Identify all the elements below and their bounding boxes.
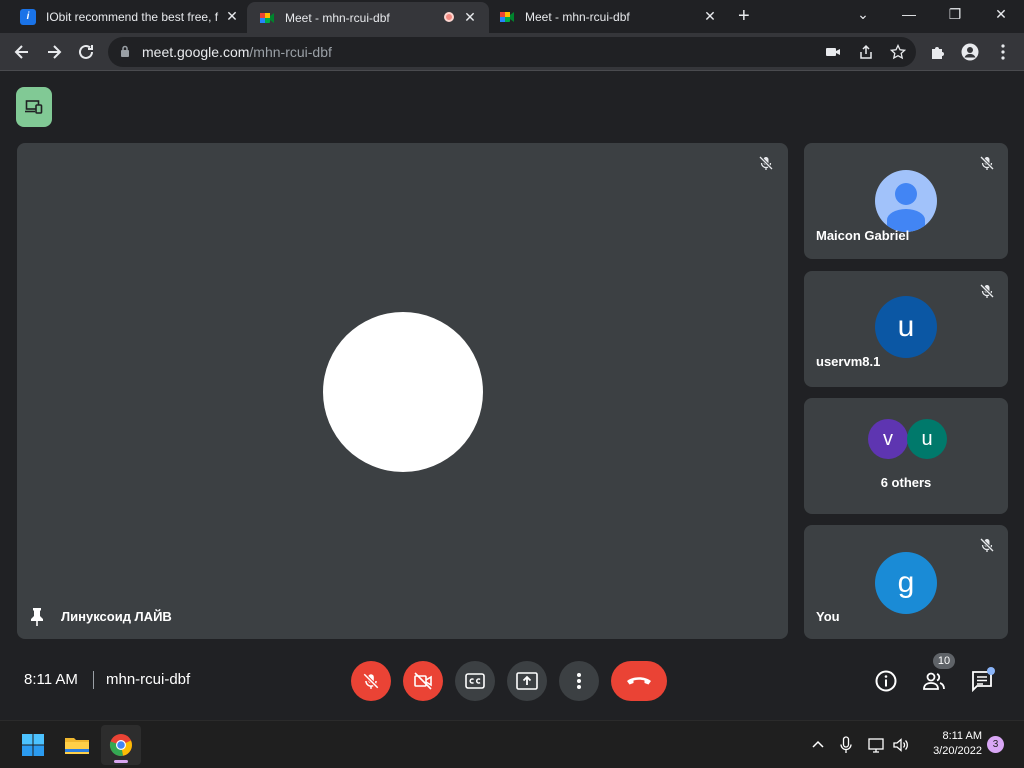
file-explorer-button[interactable] <box>57 725 97 765</box>
profile-icon[interactable] <box>961 43 979 61</box>
captions-icon <box>465 673 485 689</box>
divider <box>93 671 94 689</box>
folder-icon <box>65 738 89 754</box>
info-icon <box>875 670 897 692</box>
meeting-code: mhn-rcui-dbf <box>106 671 191 688</box>
address-bar[interactable]: meet.google.com/mhn-rcui-dbf <box>108 37 916 67</box>
others-label: 6 others <box>880 475 932 490</box>
maximize-icon[interactable]: ❐ <box>945 6 965 23</box>
participant-name: uservm8.1 <box>816 354 881 369</box>
minimize-icon[interactable]: — <box>899 6 919 22</box>
participant-tile[interactable]: Maicon Gabriel <box>804 143 1008 259</box>
mic-off-icon <box>758 155 774 171</box>
captions-button[interactable] <box>455 661 495 701</box>
url-path: /mhn-rcui-dbf <box>249 44 332 60</box>
close-tab-icon[interactable]: ✕ <box>462 9 478 26</box>
main-participant-tile[interactable]: Линуксоид ЛАЙВ <box>17 143 788 639</box>
iobit-icon: i <box>20 8 36 25</box>
participant-tile[interactable]: u uservm8.1 <box>804 271 1008 387</box>
chat-notification-dot <box>987 667 995 675</box>
close-tab-icon[interactable]: ✕ <box>702 8 718 25</box>
mic-off-icon <box>979 155 995 171</box>
close-window-icon[interactable]: ✕ <box>991 6 1011 23</box>
taskbar-date: 3/20/2022 <box>933 745 982 757</box>
participant-avatar: v <box>868 419 908 459</box>
reload-icon[interactable] <box>75 41 97 63</box>
close-tab-icon[interactable]: ✕ <box>224 8 240 25</box>
mic-toggle-button[interactable] <box>351 661 391 701</box>
participant-avatar: g <box>875 552 937 614</box>
present-screen-icon <box>516 672 538 690</box>
chrome-taskbar-button[interactable] <box>101 725 141 765</box>
tab-iobit[interactable]: i IObit recommend the best free, f ✕ <box>10 0 246 33</box>
participant-avatar: u <box>907 419 947 459</box>
meet-stage: Линуксоид ЛАЙВ Maicon Gabriel u uservm8.… <box>0 71 1024 720</box>
participant-avatar <box>323 312 483 472</box>
tab-meet-2[interactable]: Meet - mhn-rcui-dbf ✕ <box>490 0 728 33</box>
browser-toolbar: meet.google.com/mhn-rcui-dbf <box>0 33 1024 71</box>
lock-icon[interactable] <box>120 45 130 58</box>
mic-off-icon <box>979 537 995 553</box>
windows-taskbar: 8:11 AM 3/20/2022 3 <box>0 720 1024 768</box>
meet-icon <box>260 12 274 23</box>
leave-call-button[interactable] <box>611 661 667 701</box>
present-button[interactable] <box>507 661 547 701</box>
taskbar-clock[interactable]: 8:11 AM 3/20/2022 <box>926 729 982 759</box>
tab-title: Meet - mhn-rcui-dbf <box>285 10 390 25</box>
volume-icon[interactable] <box>892 736 910 754</box>
new-tab-icon[interactable]: + <box>738 6 750 26</box>
camera-off-icon <box>414 672 432 690</box>
camera-in-use-icon[interactable] <box>825 44 841 60</box>
participant-name: Maicon Gabriel <box>816 228 910 243</box>
people-button[interactable] <box>921 668 947 694</box>
end-call-icon <box>627 677 651 685</box>
start-button[interactable] <box>13 725 53 765</box>
participant-avatar: u <box>875 296 937 358</box>
notification-badge[interactable]: 3 <box>987 736 1004 753</box>
active-app-indicator <box>114 760 128 763</box>
more-options-button[interactable] <box>559 661 599 701</box>
self-tile[interactable]: g You <box>804 525 1008 639</box>
extensions-icon[interactable] <box>929 43 947 61</box>
mic-off-icon <box>979 283 995 299</box>
browser-menu-icon[interactable] <box>994 43 1012 61</box>
tab-title: IObit recommend the best free, f <box>46 9 219 24</box>
recording-indicator-icon <box>444 12 454 22</box>
url-text[interactable]: meet.google.com/mhn-rcui-dbf <box>142 44 332 60</box>
bookmark-star-icon[interactable] <box>890 44 906 60</box>
network-icon[interactable] <box>868 736 886 754</box>
devices-icon <box>25 100 43 114</box>
windows-logo-icon <box>22 734 44 756</box>
show-hidden-icons-chevron-icon[interactable] <box>809 736 827 754</box>
tab-meet-active[interactable]: Meet - mhn-rcui-dbf ✕ <box>247 2 489 33</box>
tab-strip: i IObit recommend the best free, f ✕ Mee… <box>0 0 1024 33</box>
participant-count-badge: 10 <box>933 653 955 669</box>
main-participant-name: Линуксоид ЛАЙВ <box>61 609 172 624</box>
camera-toggle-button[interactable] <box>403 661 443 701</box>
tab-title: Meet - mhn-rcui-dbf <box>525 9 630 24</box>
pin-icon[interactable] <box>29 607 45 627</box>
meeting-details-button[interactable] <box>873 668 899 694</box>
mic-off-icon <box>363 673 379 689</box>
share-icon[interactable] <box>858 44 874 60</box>
chrome-icon <box>109 734 132 756</box>
meeting-clock: 8:11 AM <box>24 671 78 688</box>
others-tile[interactable]: v u 6 others <box>804 398 1008 514</box>
more-vert-icon <box>577 673 581 689</box>
meet-icon <box>500 11 514 22</box>
url-host: meet.google.com <box>142 44 250 60</box>
microphone-icon[interactable] <box>837 736 855 754</box>
person-icon <box>875 170 937 232</box>
back-icon[interactable] <box>11 41 33 63</box>
tab-search-chevron-icon[interactable]: ⌄ <box>853 6 873 23</box>
taskbar-time: 8:11 AM <box>942 730 982 742</box>
companion-device-button[interactable] <box>16 87 52 127</box>
people-icon <box>923 672 945 690</box>
participant-name: You <box>816 609 840 624</box>
forward-icon[interactable] <box>43 41 65 63</box>
